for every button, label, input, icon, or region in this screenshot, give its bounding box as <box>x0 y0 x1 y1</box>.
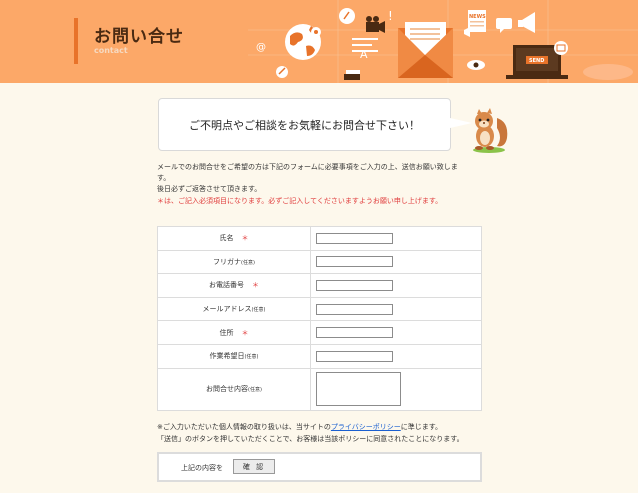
furigana-input[interactable] <box>316 256 393 268</box>
page-subtitle: contact <box>94 46 128 55</box>
news-label: NEWS <box>469 14 486 20</box>
furigana-label: フリガナ(任意) <box>157 249 311 275</box>
link-icon <box>276 66 288 78</box>
send-label: SEND <box>529 58 544 64</box>
confirm-box: 上記の内容を 確 認 <box>157 452 482 482</box>
form-row-name: 氏名＊ <box>157 226 482 251</box>
confirm-button[interactable]: 確 認 <box>233 459 275 474</box>
intro-line: メールでのお問合せをご希望の方は下記のフォームに必要事項をご入力の上、送信お願い… <box>157 163 458 171</box>
form-row-message: お問合せ内容(任意) <box>157 367 482 411</box>
form-row-work-date: 作業希望日(任意) <box>157 343 482 369</box>
bubble-text: ご不明点やご相談をお気軽にお問合せ下さい！ <box>189 118 420 132</box>
notice-text: 「送信」のボタンを押していただくことで、お客様は当該ポリシーに同意されたことにな… <box>157 435 464 443</box>
intro-line: す。 <box>157 174 171 182</box>
intro-text: メールでのお問合せをご希望の方は下記のフォームに必要事項をご入力の上、送信お願い… <box>157 162 487 207</box>
address-label: 住所＊ <box>157 320 311 345</box>
video-camera-icon <box>366 16 385 33</box>
form-row-address: 住所＊ <box>157 320 482 345</box>
mail-badge-icon <box>554 41 568 55</box>
form-row-email: メールアドレス(任意) <box>157 296 482 322</box>
form-row-phone: お電話番号＊ <box>157 273 482 298</box>
name-label: 氏名＊ <box>157 226 311 251</box>
eye-icon <box>467 60 485 70</box>
phone-input[interactable] <box>316 279 393 291</box>
confirm-label: 上記の内容を <box>181 464 223 472</box>
message-textarea[interactable] <box>316 372 401 407</box>
books-icon <box>344 70 360 80</box>
svg-text:@: @ <box>256 42 266 53</box>
squirrel-mascot-icon <box>473 108 508 153</box>
pin-icon <box>311 27 321 37</box>
notice-text: ※ご入力いただいた個人情報の取り扱いは、当サイトの <box>157 423 331 431</box>
envelope-icon <box>398 22 453 78</box>
paperclip-icon <box>339 8 355 24</box>
page-title: お問い合せ <box>94 27 184 47</box>
message-label: お問合せ内容(任意) <box>157 367 311 411</box>
contact-form: 氏名＊ フリガナ(任意) お電話番号＊ メールアドレス(任意) 住所＊ 作業希望… <box>157 226 482 411</box>
required-note: ＊は、ご記入必須項目になります。必ずご記入してくださいますようお願い申し上げます… <box>157 197 443 205</box>
title-accent-bar <box>74 18 78 64</box>
header-banner: お問い合せ contact @ A ! NEWS SEND <box>0 0 638 83</box>
privacy-notice: ※ご入力いただいた個人情報の取り扱いは、当サイトのプライバシーポリシーに準じます… <box>157 421 487 445</box>
email-label: メールアドレス(任意) <box>157 296 311 322</box>
address-input[interactable] <box>316 327 393 339</box>
info-speech-bubble: ご不明点やご相談をお気軽にお問合せ下さい！ <box>158 98 451 151</box>
news-icon: NEWS <box>468 10 486 32</box>
chat-icon <box>496 18 512 33</box>
form-row-furigana: フリガナ(任意) <box>157 249 482 275</box>
work-date-label: 作業希望日(任意) <box>157 343 311 369</box>
work-date-input[interactable] <box>316 350 393 362</box>
name-input[interactable] <box>316 232 393 244</box>
svg-text:A: A <box>360 48 368 61</box>
notice-text: に準じます。 <box>400 423 443 431</box>
email-input[interactable] <box>316 303 393 315</box>
intro-line: 後日必ずご返答させて頂きます。 <box>157 185 262 193</box>
svg-text:!: ! <box>388 9 393 23</box>
phone-label: お電話番号＊ <box>157 273 311 298</box>
header-illustration: @ A ! NEWS SEND <box>248 0 638 83</box>
privacy-policy-link[interactable]: プライバシーポリシー <box>331 423 401 431</box>
